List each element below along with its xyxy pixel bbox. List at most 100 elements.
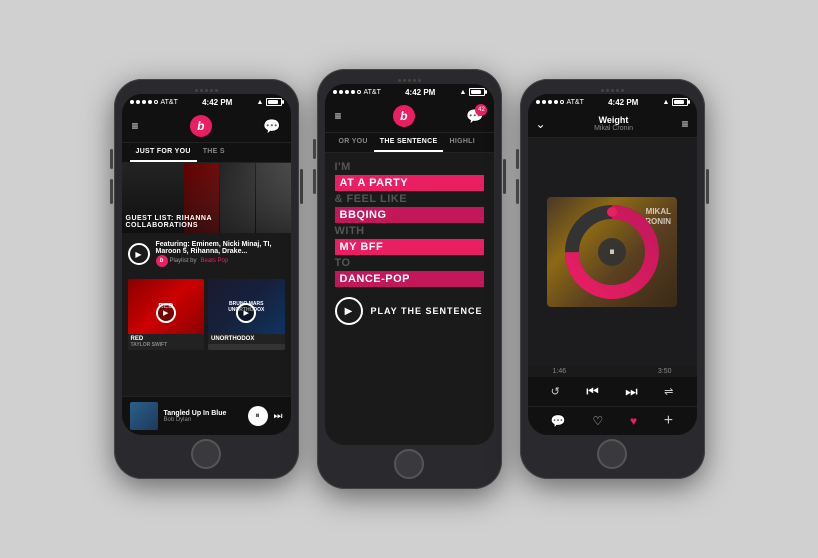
player-controls-1: ⏸ ⏭ (248, 406, 283, 426)
playlist-row[interactable]: ▶ Featuring: Eminem, Nicki Minaj, TI, Ma… (128, 237, 285, 271)
speaker-3 (528, 89, 697, 92)
speaker (122, 89, 291, 92)
play-sentence-circle[interactable]: ▶ (335, 297, 363, 325)
now-playing-header: ⌄ Weight Mikal Cronin ≡ (528, 110, 697, 138)
sentence-line-6: TO (335, 257, 484, 269)
phone-1: AT&T 4:42 PM ▲ ≡ b 💬 (114, 79, 299, 479)
playlist-section: ▶ Featuring: Eminem, Nicki Minaj, TI, Ma… (122, 233, 291, 275)
back-chevron[interactable]: ⌄ (536, 117, 546, 131)
phone-2-screen: AT&T 4:42 PM ▲ ≡ b 💬 (325, 84, 494, 445)
time-1: 4:42 PM (202, 98, 232, 107)
playlist-info: Featuring: Eminem, Nicki Minaj, TI, Maro… (156, 241, 285, 267)
heart-btn[interactable]: ♡ (593, 414, 604, 428)
tab-or-you[interactable]: OR YOU (333, 133, 374, 152)
album-card-bruno[interactable]: BRUNO MARSUNORTHODOX ▶ UNORTHODOX (208, 279, 285, 350)
side-button-mute (110, 149, 113, 169)
featured-title: GUEST LIST: RIHANNA COLLABORATIONS (126, 215, 287, 229)
phone-3: AT&T 4:42 PM ▲ ⌄ Weight Mikal Cronin (520, 79, 705, 479)
album-title-bruno: UNORTHODOX (208, 334, 285, 344)
status-left-1: AT&T (130, 99, 178, 106)
next-btn-1[interactable]: ⏭ (274, 411, 283, 422)
pause-btn-1[interactable]: ⏸ (248, 406, 268, 426)
nav-bar-2: ≡ b 💬 42 (325, 100, 494, 133)
beats-pop-label: Beats Pop (201, 258, 229, 264)
status-right-1: ▲ (257, 98, 283, 106)
beats-pop-icon: b (156, 255, 168, 267)
play-sentence-btn[interactable]: ▶ PLAY THE SENTENCE (335, 297, 484, 325)
status-left-3: AT&T (536, 99, 584, 106)
progress-donut: ⏸ (562, 202, 662, 302)
sentence-line-7: DANCE-POP (335, 271, 484, 287)
comment-btn[interactable]: 💬 (551, 414, 566, 428)
tab-just-for-you[interactable]: JUST FOR YOU (130, 143, 197, 162)
nav-bar-1: ≡ b 💬 (122, 110, 291, 143)
tab-the-sentence[interactable]: THE SENTENCE (374, 133, 444, 152)
next-btn-3[interactable]: ⏭ (625, 383, 638, 400)
chat-icon-1[interactable]: 💬 (263, 118, 280, 135)
time-row: 1:46 3:50 (528, 366, 697, 377)
album-title-red: RED TAYLOR SWIFT (128, 334, 205, 350)
wifi-icon-1: ▲ (257, 99, 264, 106)
home-button-3[interactable] (597, 439, 627, 469)
featured-card[interactable]: GUEST LIST: RIHANNA COLLABORATIONS (122, 163, 291, 233)
status-right-3: ▲ (663, 98, 689, 106)
player-info-1: Tangled Up In Blue Bob Dylan (164, 410, 242, 423)
heart-filled-btn[interactable]: ♥ (630, 414, 637, 428)
phone-1-screen: AT&T 4:42 PM ▲ ≡ b 💬 (122, 94, 291, 435)
player-song-1: Tangled Up In Blue (164, 410, 242, 417)
player-thumb-1 (130, 402, 158, 430)
beats-logo-2[interactable]: b (393, 105, 415, 127)
menu-icon-1[interactable]: ≡ (132, 119, 139, 133)
playback-controls: ↺ ⏮ ⏭ ⇌ (528, 377, 697, 406)
tabs-2: OR YOU THE SENTENCE HIGHLI (325, 133, 494, 153)
add-btn[interactable]: + (664, 412, 673, 430)
sentence-line-5: MY BFF (335, 239, 484, 255)
carrier-3: AT&T (567, 99, 584, 106)
elapsed-time: 1:46 (553, 368, 567, 375)
total-time: 3:50 (658, 368, 672, 375)
signal-dots-2 (333, 90, 361, 94)
menu-icon-2[interactable]: ≡ (335, 109, 342, 123)
album-play-red[interactable]: ▶ (156, 303, 176, 323)
tab-the-s[interactable]: THE S (197, 143, 231, 162)
albums-row: RED ▶ RED TAYLOR SWIFT BRUNO MARSUNORTHO… (122, 275, 291, 354)
side-button-mute-2 (313, 139, 316, 159)
playlist-play-btn[interactable]: ▶ (128, 243, 150, 265)
home-button-2[interactable] (394, 449, 424, 479)
player-artist-1: Bob Dylan (164, 417, 242, 423)
phone-2: AT&T 4:42 PM ▲ ≡ b 💬 (317, 69, 502, 489)
side-button-power-3 (706, 169, 709, 204)
battery-3 (672, 98, 688, 106)
wifi-icon-3: ▲ (663, 99, 670, 106)
phones-container: AT&T 4:42 PM ▲ ≡ b 💬 (114, 69, 705, 489)
home-button-1[interactable] (191, 439, 221, 469)
carrier-2: AT&T (364, 89, 381, 96)
chat-icon-2[interactable]: 💬 42 (466, 108, 483, 125)
album-card-red[interactable]: RED ▶ RED TAYLOR SWIFT (128, 279, 205, 350)
queue-icon[interactable]: ≡ (681, 117, 688, 131)
signal-dots-3 (536, 100, 564, 104)
status-bar-1: AT&T 4:42 PM ▲ (122, 94, 291, 110)
prev-btn[interactable]: ⏮ (586, 383, 599, 400)
side-button-volume (110, 179, 113, 204)
np-title-area: Weight Mikal Cronin (594, 115, 633, 132)
signal-dots-1 (130, 100, 158, 104)
tabs-1: JUST FOR YOU THE S (122, 143, 291, 163)
sentence-lines: I'M AT A PARTY & FEEL LIKE BBQING WITH M… (335, 161, 484, 287)
beats-logo-1[interactable]: b (190, 115, 212, 137)
status-bar-3: AT&T 4:42 PM ▲ (528, 94, 697, 110)
sentence-line-2: & FEEL LIKE (335, 193, 484, 205)
pause-btn-3[interactable]: ⏸ (598, 238, 626, 266)
status-right-2: ▲ (460, 88, 486, 96)
side-button-volume-2 (313, 169, 316, 194)
phone-1-content: GUEST LIST: RIHANNA COLLABORATIONS ▶ Fea… (122, 163, 291, 396)
np-song: Weight (594, 115, 633, 125)
tab-highlights[interactable]: HIGHLI (443, 133, 481, 152)
notification-badge-2: 42 (475, 104, 487, 116)
shuffle-btn[interactable]: ⇌ (664, 385, 673, 398)
wifi-icon-2: ▲ (460, 89, 467, 96)
play-sentence-label: PLAY THE SENTENCE (371, 306, 483, 316)
repeat-btn[interactable]: ↺ (551, 385, 560, 398)
album-play-bruno[interactable]: ▶ (236, 303, 256, 323)
sentence-line-3: BBQING (335, 207, 484, 223)
